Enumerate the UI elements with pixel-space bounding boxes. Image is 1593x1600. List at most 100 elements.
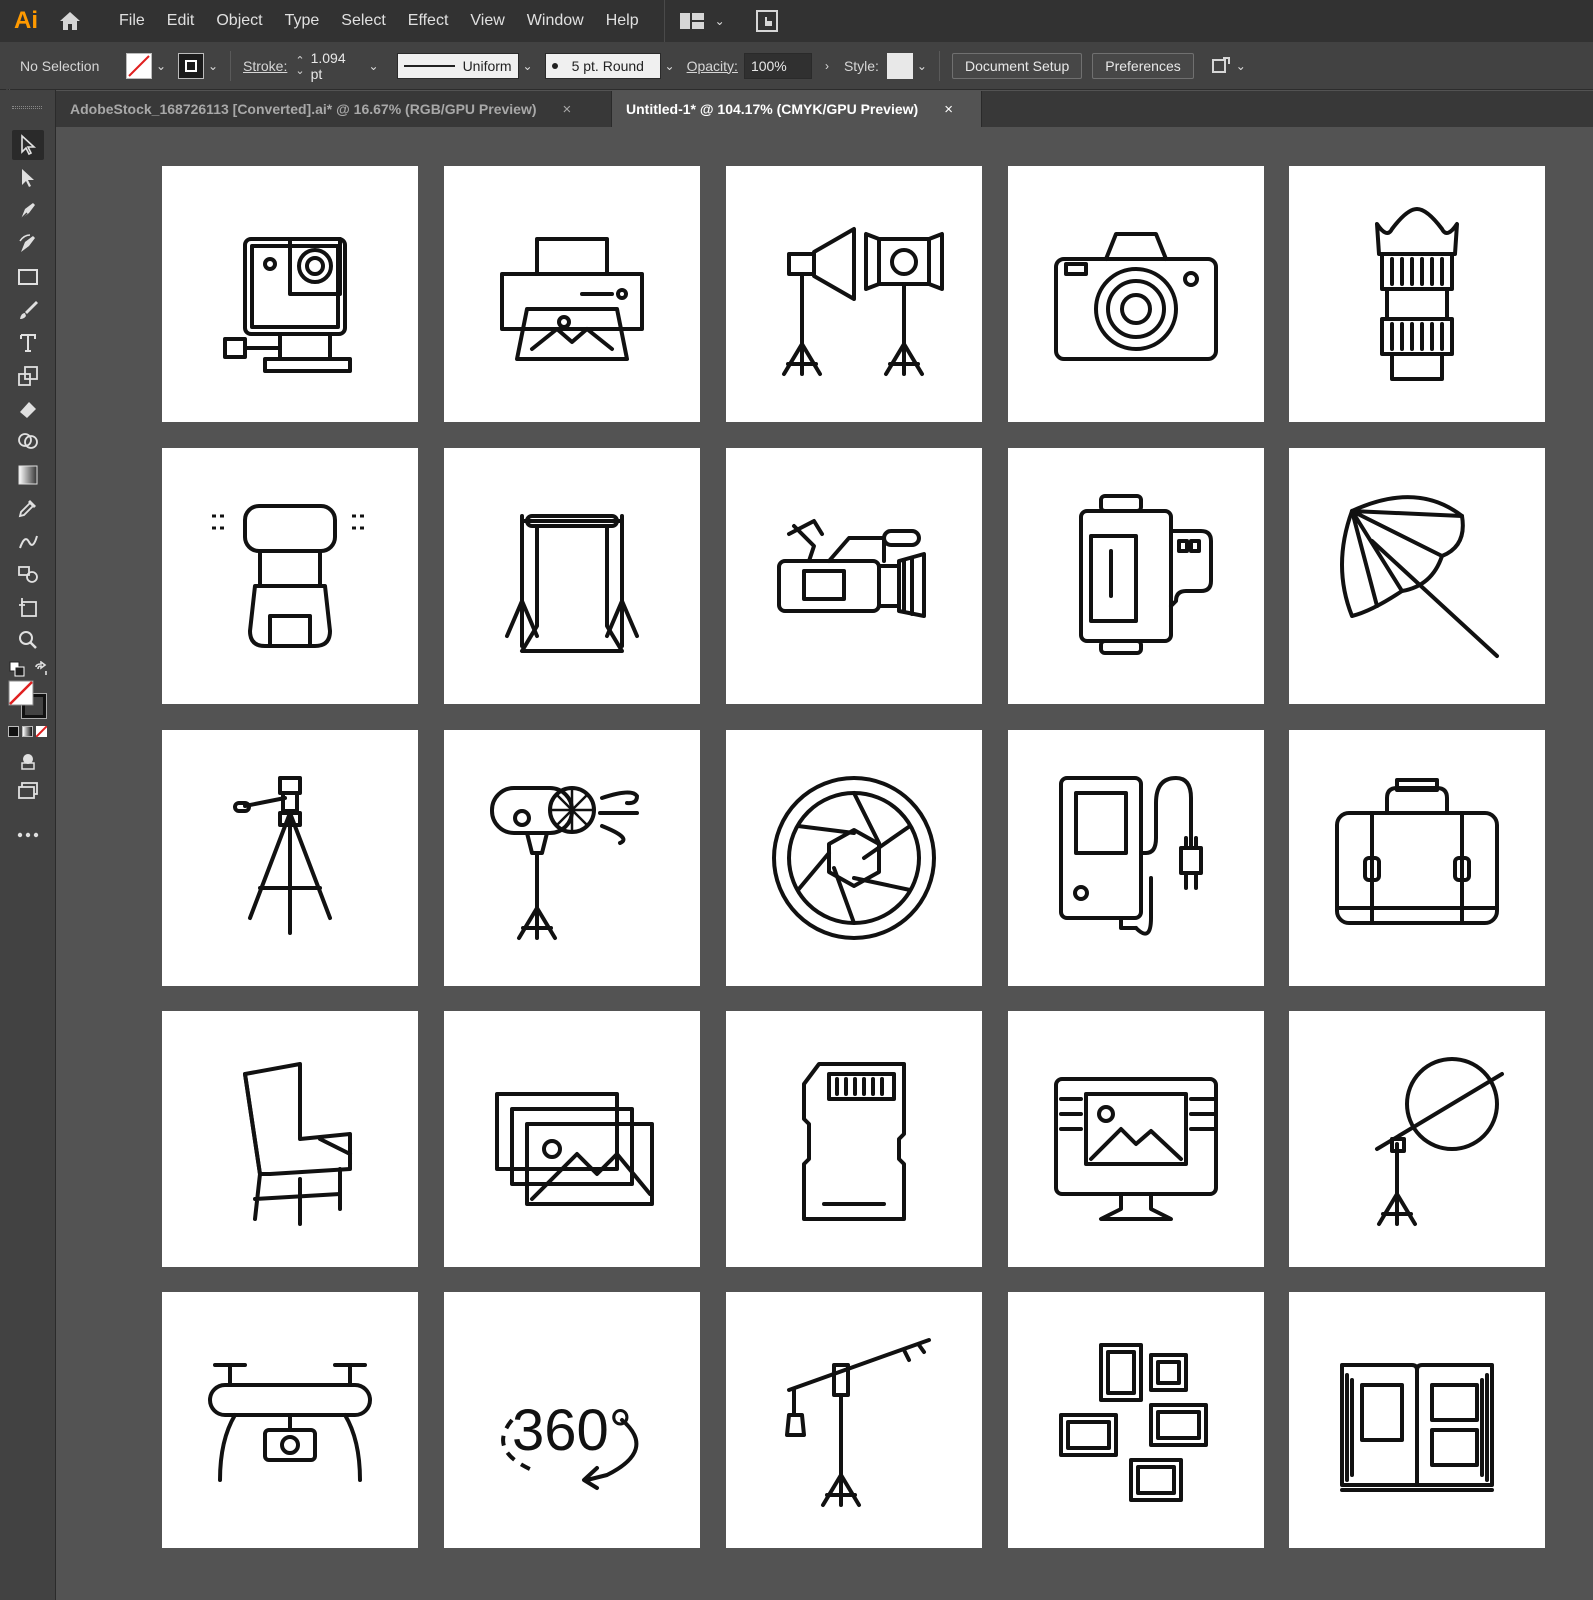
artboard[interactable] [726,1011,982,1267]
brush-definition[interactable]: 5 pt. Round [544,52,661,79]
eyedropper-tool-icon[interactable] [12,493,44,523]
artboard[interactable] [444,448,700,704]
gradient-tool-icon[interactable] [12,460,44,490]
artboard[interactable] [726,166,982,422]
opacity-input[interactable]: 100% [743,52,812,79]
artboard[interactable] [162,166,418,422]
curvature-tool-icon[interactable] [12,229,44,259]
action-camera-icon [223,237,352,373]
opacity-arrow-icon[interactable]: › [818,59,836,73]
more-tools-icon[interactable] [12,820,44,850]
menu-file[interactable]: File [108,0,156,42]
artboard[interactable] [1289,1011,1545,1267]
arrange-dropdown-icon[interactable]: ⌄ [1232,59,1250,73]
stroke-stepper-icon[interactable]: ⌃ ⌄ [295,55,304,76]
camera-flash-icon [212,504,368,648]
home-icon[interactable] [52,5,88,37]
stroke-label[interactable]: Stroke: [243,58,287,74]
photo-editor-monitor-icon [1054,1077,1218,1221]
artboard[interactable] [162,730,418,986]
stroke-dropdown-icon[interactable]: ⌄ [204,59,222,73]
artboard[interactable] [1289,1292,1545,1548]
artboard[interactable] [1008,448,1264,704]
artboard[interactable] [1008,1292,1264,1548]
color-mode-buttons[interactable] [8,726,48,738]
canvas[interactable]: 360° [56,127,1593,1600]
workspace-switcher[interactable]: ⌄ [663,0,779,42]
menu-edit[interactable]: Edit [156,0,206,42]
photo-frames-wall-icon [1059,1343,1208,1502]
paintbrush-tool-icon[interactable] [12,295,44,325]
artboard[interactable] [1289,448,1545,704]
menu-type[interactable]: Type [274,0,331,42]
artboard[interactable] [444,1011,700,1267]
tools-panel [0,90,56,1600]
menu-effect[interactable]: Effect [397,0,460,42]
close-icon[interactable]: × [944,101,953,118]
artboard[interactable] [726,448,982,704]
type-tool-icon[interactable] [12,328,44,358]
blend-tool-icon[interactable] [12,526,44,556]
screen-mode-icon[interactable] [12,776,44,806]
stroke-swatch[interactable] [178,52,204,79]
selection-tool-icon[interactable] [12,130,44,160]
artboard-tool-icon[interactable] [12,592,44,622]
wind-machine-icon [490,786,639,940]
variable-width-profile[interactable]: Uniform [396,52,519,79]
direct-selection-tool-icon[interactable] [12,163,44,193]
artboard[interactable] [1008,1011,1264,1267]
menu-view[interactable]: View [459,0,515,42]
document-setup-button[interactable]: Document Setup [951,52,1083,79]
rectangle-tool-icon[interactable] [12,262,44,292]
photo-umbrella-icon [1340,495,1499,658]
artboard[interactable] [162,448,418,704]
tab-untitled[interactable]: Untitled-1* @ 104.17% (CMYK/GPU Preview)… [612,91,982,127]
dslr-camera-icon [1054,232,1218,361]
document-tabs: AdobeStock_168726113 [Converted].ai* @ 1… [56,91,1593,127]
stroke-weight-input[interactable]: 1.094 pt [305,50,365,82]
opacity-label[interactable]: Opacity: [687,58,738,74]
menu-object[interactable]: Object [205,0,273,42]
artboard[interactable] [1008,730,1264,986]
menu-window[interactable]: Window [516,0,595,42]
symbol-sprayer-tool-icon[interactable] [12,559,44,589]
zoom-tool-icon[interactable] [12,625,44,655]
fill-stroke-indicator[interactable] [8,680,48,720]
artboard[interactable] [444,166,700,422]
scale-tool-icon[interactable] [12,361,44,391]
360-view-icon: 360° [501,1398,639,1490]
stroke-weight-dropdown-icon[interactable]: ⌄ [365,59,383,73]
artboard[interactable] [162,1011,418,1267]
fill-swatch[interactable] [126,52,152,79]
graphic-style-swatch[interactable] [886,52,913,79]
eraser-tool-icon[interactable] [12,394,44,424]
fill-dropdown-icon[interactable]: ⌄ [152,59,170,73]
shape-builder-tool-icon[interactable] [12,427,44,457]
chair-icon [243,1062,352,1226]
studio-lights-icon [782,227,944,376]
artboard[interactable] [1289,730,1545,986]
artboard[interactable] [1289,166,1545,422]
profile-dropdown-icon[interactable]: ⌄ [519,59,537,73]
chevron-down-icon[interactable]: ⌄ [711,14,729,28]
tripod-icon [233,776,332,935]
artboard[interactable] [726,1292,982,1548]
preferences-button[interactable]: Preferences [1092,52,1194,79]
style-dropdown-icon[interactable]: ⌄ [913,59,931,73]
artboard[interactable] [162,1292,418,1548]
memory-card-icon [802,1062,906,1221]
pen-tool-icon[interactable] [12,196,44,226]
menu-help[interactable]: Help [595,0,650,42]
menu-select[interactable]: Select [330,0,396,42]
tab-adobestock[interactable]: AdobeStock_168726113 [Converted].ai* @ 1… [56,91,612,127]
artboard[interactable] [726,730,982,986]
battery-charger-icon [1059,776,1203,936]
photo-backdrop-icon [505,514,639,653]
artboard[interactable] [1008,166,1264,422]
close-icon[interactable]: × [563,101,572,118]
artboard[interactable] [444,730,700,986]
brush-dropdown-icon[interactable]: ⌄ [661,59,679,73]
artboard[interactable]: 360° [444,1292,700,1548]
draw-mode-icon[interactable] [12,746,44,776]
arrange-documents-icon[interactable] [1210,55,1232,77]
